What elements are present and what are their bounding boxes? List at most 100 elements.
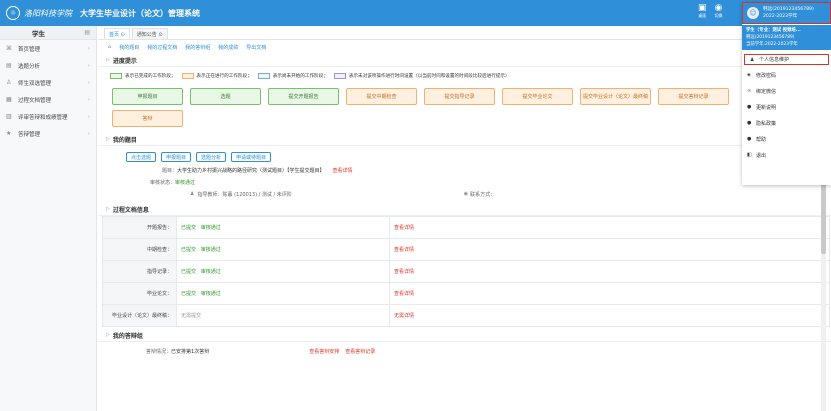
chevron-right-icon: › — [87, 96, 90, 103]
review-status-value: 审核通过 — [200, 225, 221, 231]
menu-item-password[interactable]: ◈ 修改密码 — [742, 67, 831, 83]
sidebar-item-choose[interactable]: ♙ 师生双选管理 › — [0, 74, 96, 91]
my-topic-title: 我的题目 — [112, 136, 137, 144]
user-role-major: 学生（专业：测试 视频培... — [746, 28, 801, 33]
defense-section-title[interactable]: ▷ 我的答辩组 — [98, 329, 831, 342]
topic-analysis-button[interactable]: 选题分析 — [196, 152, 227, 162]
sidebar-item-topic[interactable]: ▤ 选题分析 › — [0, 57, 96, 74]
apply-topic-button[interactable]: 申报题目 — [161, 152, 192, 162]
stage-row-1: 申报题目 选题 提交开题报告 提交中期检查 提交指导记录 提交毕业论文 提交毕业… — [98, 88, 831, 105]
view-detail-link[interactable]: 查看详情 — [394, 225, 414, 231]
view-detail-link[interactable]: 查看详情 — [394, 291, 414, 297]
row-status: 已提交 审核通过 — [176, 282, 390, 305]
home-link-icon[interactable]: ⌂ — [108, 44, 111, 50]
sidebar-role-header[interactable]: 学生 ▤ — [0, 26, 96, 40]
review-line: 审核状态： 审核通过 — [98, 176, 831, 188]
table-row: 毕业论文： 已提交 审核通过 查看详情 — [102, 282, 830, 305]
top-bar: ☼ 洛阳科技学院 大学生毕业设计（论文）管理系统 ▣ 桌面 ◉ 切换 — [0, 0, 831, 26]
review-status-value: 审核通过 — [200, 247, 221, 253]
stage-defense-record[interactable]: 提交答辩记录 — [658, 88, 729, 105]
my-topic-section-title[interactable]: ▷ 我的题目 — [98, 133, 831, 146]
menu-item-label: 修改密码 — [756, 72, 777, 79]
view-detail-link[interactable]: 查看详情 — [394, 247, 414, 253]
progress-section-title[interactable]: ▷ 进度提示 — [98, 54, 831, 67]
menu-item-binding[interactable]: ∞ 绑定微信 — [742, 83, 831, 99]
main-content: 首页 ⊙ 通知公告 ⊙ ⌂ 我的题目 我的过程文档 我的答辩组 我的成绩 导出文… — [98, 26, 831, 411]
row-action: 查看详情 — [389, 282, 830, 305]
row-label: 毕业论文： — [102, 282, 177, 305]
tab-home[interactable]: 首页 ⊙ — [104, 28, 130, 39]
user-menu-toggle[interactable]: ☺ 韩远(2019123456789) 2022-2023学年 — [742, 2, 831, 24]
stage-select-topic[interactable]: 选题 — [190, 88, 261, 105]
topic-label: 题目： — [162, 167, 178, 174]
wechat-icon: ∞ — [747, 88, 752, 94]
topic-detail-link[interactable]: 查看详情 — [333, 167, 353, 174]
view-defense-schedule-link[interactable]: 查看答辩安排 — [309, 348, 339, 355]
stage-midterm-check[interactable]: 提交中期检查 — [346, 88, 417, 105]
link-my-score[interactable]: 我的成绩 — [218, 44, 238, 51]
stage-final-draft[interactable]: 提交毕业设计（论文）最终稿 — [580, 88, 651, 105]
sidebar-item-defense[interactable]: ★ 答辩管理 › — [0, 125, 96, 142]
topic-icon: ▤ — [6, 62, 12, 69]
review-value: 审核通过 — [175, 179, 196, 186]
user-term: 2022-2023学年 — [763, 14, 798, 19]
chevron-right-icon: › — [87, 79, 90, 86]
logout-icon: ◧ — [747, 152, 752, 158]
legend-pending-text: 表示尚未开始的工作阶段； — [272, 74, 328, 79]
process-docs-section-title[interactable]: ▷ 过程文档信息 — [98, 203, 831, 216]
sidebar-item-home[interactable]: ⌘ 首页管理 › — [0, 40, 96, 57]
progress-title: 进度提示 — [112, 57, 137, 65]
school-logo-icon: ☼ — [6, 6, 20, 20]
menu-item-profile[interactable]: ♟ 个人信息维护 — [744, 54, 829, 65]
menu-item-privacy[interactable]: ● 隐私政策 — [742, 115, 831, 131]
collapse-icon[interactable]: ▤ — [84, 29, 90, 36]
user-name-id: 韩远(2019123456789) — [763, 7, 814, 12]
monitor-button[interactable]: ▣ 桌面 — [698, 3, 707, 19]
user-info-term: 当前学年:2022-2023学年 — [746, 42, 798, 47]
menu-item-logout[interactable]: ◧ 退出 — [742, 147, 831, 163]
view-defense-record-link[interactable]: 查看答辩记录 — [345, 348, 375, 355]
chevron-right-icon: › — [87, 130, 90, 137]
user-icon: ♟ — [190, 191, 195, 197]
submitted-value: 无需提交 — [181, 313, 202, 319]
system-title: 大学生毕业设计（论文）管理系统 — [80, 8, 200, 18]
submitted-value: 已提交 — [181, 269, 197, 275]
menu-item-label: 个人信息维护 — [759, 57, 790, 63]
row-action: 查看详情 — [389, 260, 830, 283]
click-select-button[interactable]: 点击选题 — [126, 152, 157, 162]
stage-apply-topic[interactable]: 申报题目 — [112, 88, 183, 105]
monitor-label: 桌面 — [698, 13, 707, 18]
globe-button[interactable]: ◉ 切换 — [715, 3, 723, 19]
key-icon: ◈ — [747, 72, 751, 78]
legend-unset-swatch — [333, 73, 346, 79]
header-icons: ▣ 桌面 ◉ 切换 — [698, 3, 723, 19]
user-dropdown-menu: ☺ 韩远(2019123456789) 2022-2023学年 学生（专业：测试… — [742, 2, 831, 185]
request-topic-button[interactable]: 申请或待题目 — [231, 152, 272, 162]
sidebar-item-docs[interactable]: ▦ 过程文档管理 › — [0, 91, 96, 108]
sidebar-item-label: 选题分析 — [18, 63, 41, 70]
tab-notice[interactable]: 通知公告 ⊙ — [131, 28, 168, 39]
link-my-topic[interactable]: 我的题目 — [119, 44, 139, 51]
link-my-docs[interactable]: 我的过程文档 — [147, 44, 177, 51]
legend-done-text: 表示已完成的工作阶段； — [125, 74, 176, 79]
row-action: 查看详情 — [389, 216, 830, 239]
stage-guidance-record[interactable]: 提交指导记录 — [424, 88, 495, 105]
table-row: 毕业设计（论文）最终稿： 无需提交 无需详情 — [102, 304, 830, 327]
row-action: 无需详情 — [389, 304, 830, 327]
menu-item-help[interactable]: ● 帮助 — [742, 131, 831, 147]
sidebar-item-label: 师生双选管理 — [18, 80, 52, 87]
view-detail-link[interactable]: 查看详情 — [394, 269, 414, 275]
sidebar-item-review[interactable]: ▥ 评审答辩和成绩管理 › — [0, 108, 96, 125]
user-info-id: 韩远(2019123456789) — [746, 35, 795, 40]
link-export[interactable]: 导出文档 — [246, 44, 266, 51]
stage-opening-report[interactable]: 提交开题报告 — [268, 88, 339, 105]
menu-item-changelog[interactable]: ● 更新说明 — [742, 99, 831, 115]
menu-item-label: 帮助 — [756, 136, 767, 143]
stage-thesis[interactable]: 提交毕业论文 — [502, 88, 573, 105]
menu-item-label: 隐私政策 — [756, 120, 777, 127]
stage-row-2: 答辩 — [98, 110, 831, 127]
chart-icon: ▥ — [6, 113, 12, 120]
link-my-defense[interactable]: 我的答辩组 — [185, 44, 210, 51]
stage-defense[interactable]: 答辩 — [112, 110, 183, 127]
process-docs-table: 开题报告： 已提交 审核通过 查看详情 中期检查： 已提交 审核通过 查看详情 … — [102, 216, 830, 327]
